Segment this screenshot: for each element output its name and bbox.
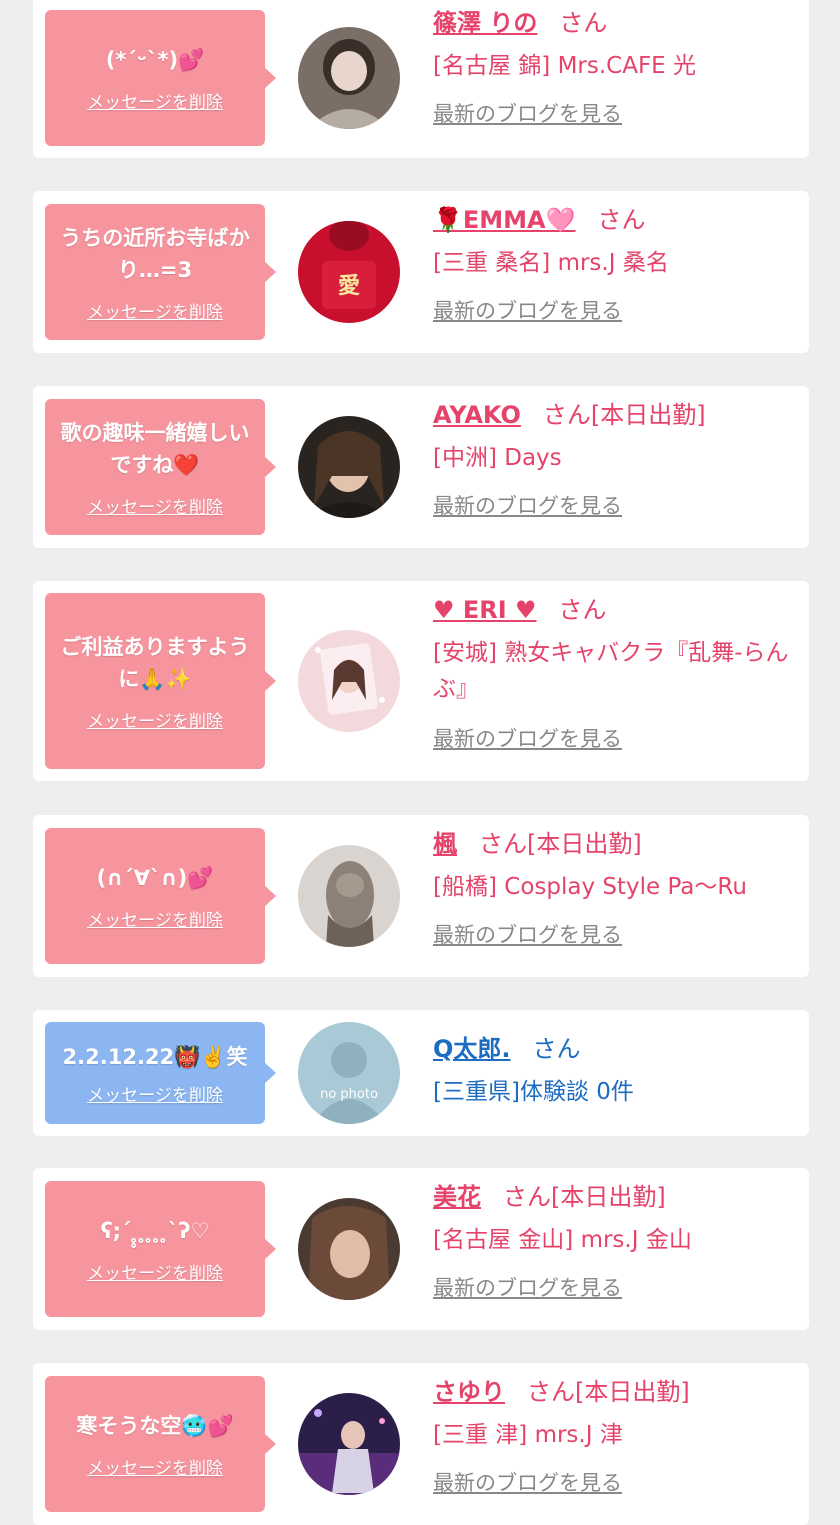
woman-photo-avatar-icon [298, 1198, 400, 1300]
latest-blog-link[interactable]: 最新のブログを見る [433, 1272, 622, 1302]
shop-info: [中洲] Days [433, 445, 562, 471]
name-suffix: さん [559, 9, 608, 37]
girl-name-link[interactable]: 美花 [433, 1183, 481, 1211]
delete-message-link[interactable]: メッセージを削除 [87, 493, 223, 518]
list-item: 2.2.12.22👹✌️笑 メッセージを削除 no photo Q太郎. さん [… [33, 1010, 809, 1136]
message-bubble: ご利益ありますように🙏✨ メッセージを削除 [45, 593, 276, 769]
hairstyle-photo-avatar-icon [298, 845, 400, 947]
message-text: ご利益ありますように🙏✨ [60, 634, 250, 691]
girl-name-link[interactable]: ♥ ERI ♥ [433, 596, 537, 624]
user-name-link[interactable]: Q太郎. [433, 1035, 511, 1063]
delete-message-link[interactable]: メッセージを削除 [87, 1259, 223, 1284]
avatar[interactable] [298, 630, 400, 732]
list-item: ご利益ありますように🙏✨ メッセージを削除 ♥ ERI ♥ さん [安城] 熟女キ… [33, 581, 809, 781]
message-bubble: 2.2.12.22👹✌️笑 メッセージを削除 [45, 1022, 276, 1124]
delete-message-link[interactable]: メッセージを削除 [87, 1081, 223, 1106]
message-bubble: うちの近所お寺ばかり…=3 メッセージを削除 [45, 204, 276, 340]
message-bubble: 歌の趣味一緒嬉しいですね❤️ メッセージを削除 [45, 399, 276, 535]
message-text: 歌の趣味一緒嬉しいですね❤️ [60, 420, 250, 477]
girl-name-link[interactable]: 篠澤 りの [433, 9, 537, 37]
name-suffix: さん [558, 596, 607, 624]
delete-message-link[interactable]: メッセージを削除 [87, 707, 223, 732]
message-text: 2.2.12.22👹✌️笑 [62, 1044, 248, 1069]
latest-blog-link[interactable]: 最新のブログを見る [433, 919, 622, 949]
message-bubble: (∩´∀`∩)💕 メッセージを削除 [45, 828, 276, 964]
list-item: ʕ;´ ̥̥ ̥ ̥ ̥ ̥`ʔ♡ メッセージを削除 美花 さん[本日出勤] [名… [33, 1168, 809, 1330]
stage-photo-avatar-icon [298, 1393, 400, 1495]
message-text: (*´ᵕ`*)💕 [105, 47, 205, 72]
list-item: (∩´∀`∩)💕 メッセージを削除 楓さん[本日出勤] [船橋] Cosplay… [33, 815, 809, 977]
name-suffix: さん[本日出勤] [479, 830, 642, 858]
avatar[interactable] [298, 27, 400, 129]
avatar[interactable] [298, 416, 400, 518]
name-suffix: さん [532, 1035, 581, 1063]
shop-info: [安城] 熟女キャバクラ『乱舞-らんぶ』 [433, 640, 789, 702]
girl-name-link[interactable]: 楓 [433, 830, 457, 858]
avatar[interactable]: no photo [298, 1022, 400, 1124]
latest-blog-link[interactable]: 最新のブログを見る [433, 295, 622, 325]
girl-name-link[interactable]: 🌹EMMA🩷 [433, 206, 576, 234]
message-text: ʕ;´ ̥̥ ̥ ̥ ̥ ̥`ʔ♡ [100, 1218, 210, 1243]
latest-blog-link[interactable]: 最新のブログを見る [433, 1467, 622, 1497]
message-bubble: 寒そうな空🥶💕 メッセージを削除 [45, 1376, 276, 1512]
name-suffix: さん [597, 206, 646, 234]
shop-info: [三重 桑名] mrs.J 桑名 [433, 250, 669, 276]
avatar[interactable] [298, 1393, 400, 1495]
message-list: (*´ᵕ`*)💕 メッセージを削除 篠澤 りの さん [名古屋 錦] Mrs.CA… [0, 0, 840, 1525]
latest-blog-link[interactable]: 最新のブログを見る [433, 490, 622, 520]
avatar[interactable] [298, 845, 400, 947]
delete-message-link[interactable]: メッセージを削除 [87, 298, 223, 323]
list-item: (*´ᵕ`*)💕 メッセージを削除 篠澤 りの さん [名古屋 錦] Mrs.CA… [33, 0, 809, 158]
list-item: 歌の趣味一緒嬉しいですね❤️ メッセージを削除 AYAKO さん[本日出勤] [中… [33, 386, 809, 548]
avatar[interactable]: 愛 [298, 221, 400, 323]
shop-info: [三重 津] mrs.J 津 [433, 1422, 623, 1448]
woman-photo-avatar-icon [298, 27, 400, 129]
name-suffix: さん[本日出勤] [542, 401, 706, 429]
girl-name-link[interactable]: さゆり [433, 1378, 505, 1406]
message-text: (∩´∀`∩)💕 [96, 865, 214, 890]
girl-name-link[interactable]: AYAKO [433, 401, 521, 429]
name-suffix: さん[本日出勤] [527, 1378, 690, 1406]
woman-photo-avatar-icon [298, 416, 400, 518]
delete-message-link[interactable]: メッセージを削除 [87, 906, 223, 931]
delete-message-link[interactable]: メッセージを削除 [87, 1454, 223, 1479]
no-photo-avatar-icon: no photo [298, 1022, 400, 1124]
shop-info: [名古屋 錦] Mrs.CAFE 光 [433, 53, 697, 79]
name-suffix: さん[本日出勤] [503, 1183, 666, 1211]
message-text: うちの近所お寺ばかり…=3 [60, 225, 250, 282]
red-hoodie-avatar-icon: 愛 [298, 221, 400, 323]
shop-info: [名古屋 金山] mrs.J 金山 [433, 1227, 692, 1253]
message-bubble: ʕ;´ ̥̥ ̥ ̥ ̥ ̥`ʔ♡ メッセージを削除 [45, 1181, 276, 1317]
list-item: 寒そうな空🥶💕 メッセージを削除 さゆり さん[本日出勤] [三重 津] mrs.… [33, 1363, 809, 1525]
no-photo-label: no photo [320, 1087, 378, 1102]
review-info: [三重県]体験談 0件 [433, 1079, 634, 1105]
woman-photo-avatar-icon [298, 630, 400, 732]
latest-blog-link[interactable]: 最新のブログを見る [433, 98, 622, 128]
list-item: うちの近所お寺ばかり…=3 メッセージを削除 愛 🌹EMMA🩷 さん [三重 桑名… [33, 191, 809, 353]
svg-text:愛: 愛 [338, 273, 360, 299]
avatar[interactable] [298, 1198, 400, 1300]
delete-message-link[interactable]: メッセージを削除 [87, 88, 223, 113]
message-bubble: (*´ᵕ`*)💕 メッセージを削除 [45, 10, 276, 146]
message-text: 寒そうな空🥶💕 [76, 1413, 234, 1438]
latest-blog-link[interactable]: 最新のブログを見る [433, 723, 622, 753]
shop-info: [船橋] Cosplay Style Pa〜Ru [433, 874, 747, 900]
